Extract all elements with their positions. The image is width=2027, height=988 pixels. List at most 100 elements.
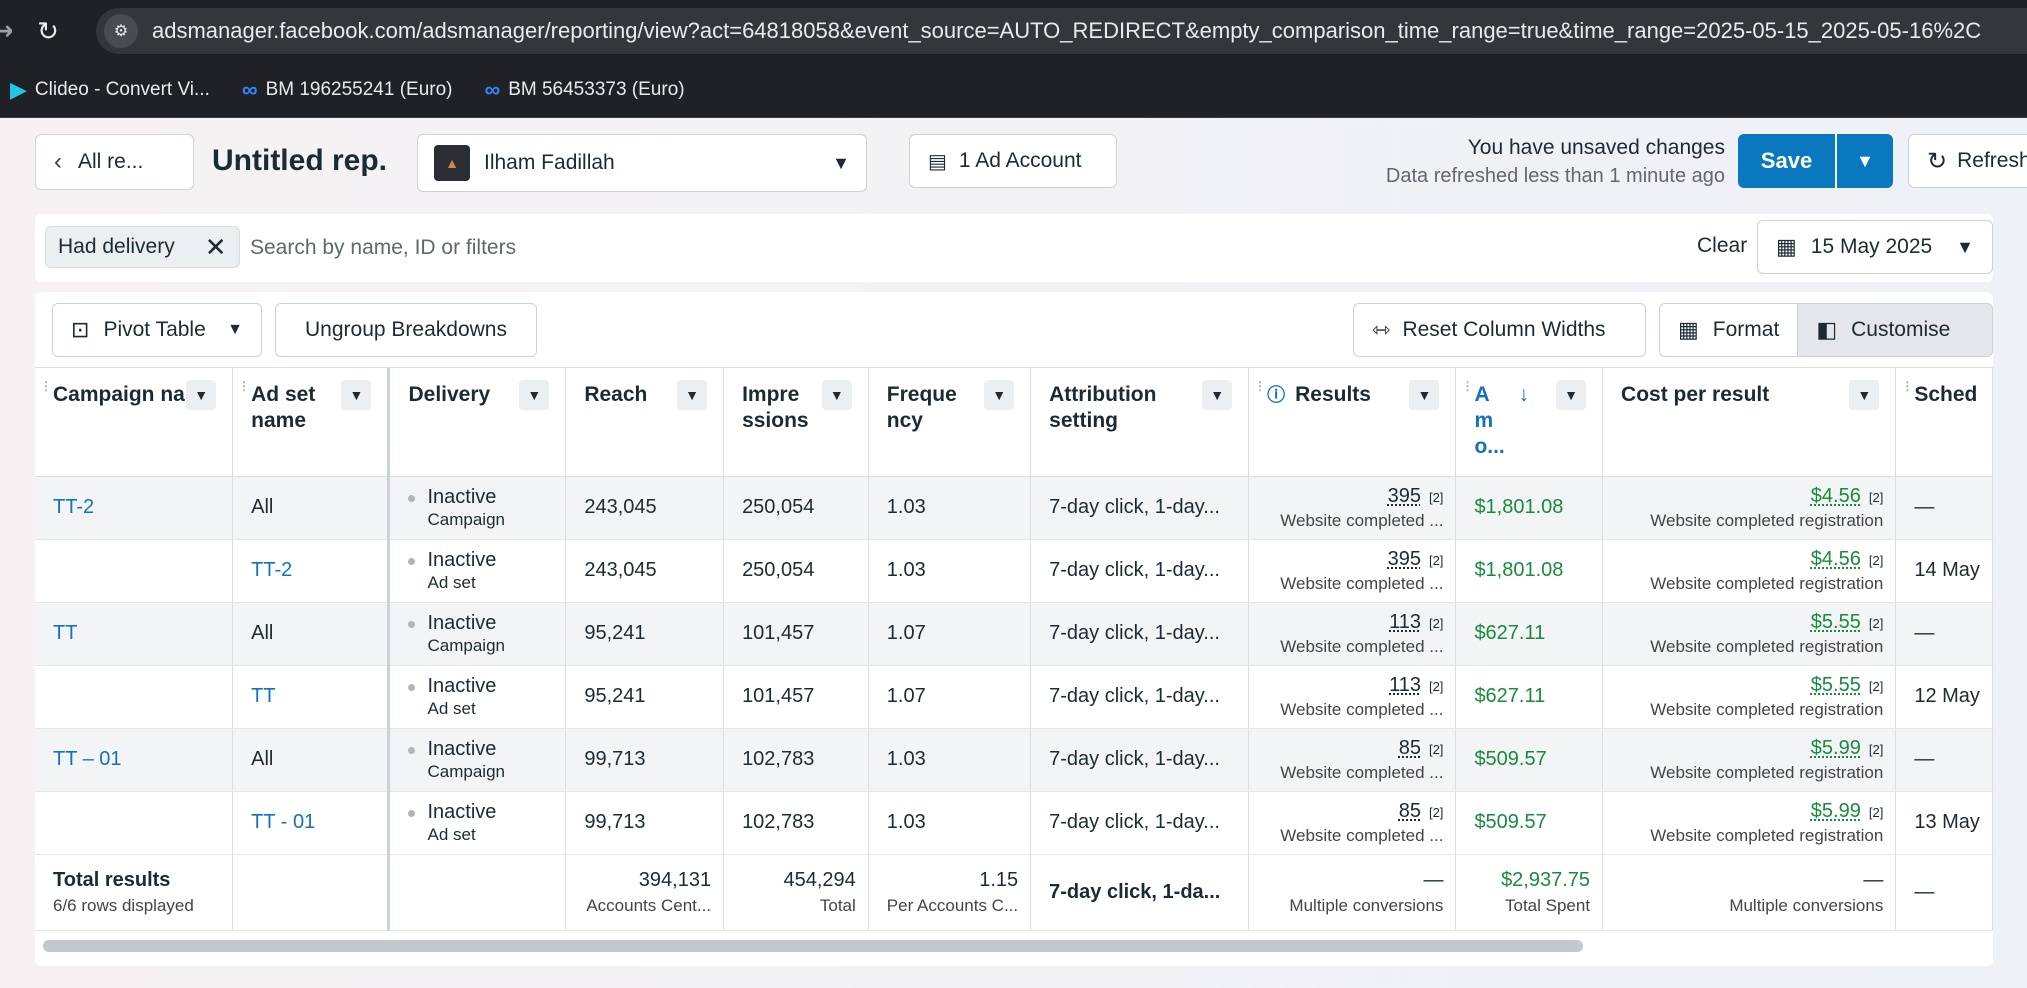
sort-descending-icon[interactable]: ↓ [1518, 382, 1529, 408]
chevron-down-icon[interactable]: ▼ [1849, 380, 1880, 410]
search-input[interactable] [250, 232, 1350, 264]
adset-name-cell[interactable]: All [232, 728, 391, 792]
results-value[interactable]: 395 [1388, 485, 1421, 507]
drag-handle-icon[interactable]: ⋮ [238, 380, 250, 392]
site-settings-icon[interactable]: ⚙ [104, 14, 138, 48]
table-row[interactable]: TT All Inactive Campaign 95,241 101,457 1.07 7-… [35, 602, 1993, 666]
save-options-button[interactable]: ▼ [1837, 134, 1893, 188]
drag-handle-icon[interactable]: ⋮ [1254, 380, 1266, 392]
results-value[interactable]: 113 [1389, 674, 1421, 696]
campaign-name-cell[interactable]: TT [35, 602, 234, 666]
adset-name-cell[interactable]: TT [232, 665, 391, 729]
clear-filters-button[interactable]: Clear [1697, 234, 1747, 258]
column-header-frequency[interactable]: Freque ncy ▼ [868, 368, 1032, 477]
adset-name-cell[interactable]: All [232, 476, 391, 540]
address-bar[interactable]: ⚙ adsmanager.facebook.com/adsmanager/rep… [96, 8, 2027, 54]
cost-value[interactable]: $5.99 [1811, 800, 1861, 822]
chevron-down-icon[interactable]: ▼ [1202, 380, 1233, 410]
results-cell[interactable]: 395 [2] Website completed ... [1248, 476, 1457, 540]
table-row[interactable]: TT - 01 Inactive Ad set 99,713 102,783 1.03 7-… [35, 791, 1993, 855]
cost-value[interactable]: $5.55 [1811, 674, 1861, 696]
campaign-name-cell[interactable]: TT-2 [35, 476, 234, 540]
refresh-button[interactable]: ↻ Refresh [1908, 134, 2027, 188]
column-header-cost-per-result[interactable]: Cost per result ▼ [1602, 368, 1897, 477]
results-cell[interactable]: 85 [2] Website completed ... [1248, 791, 1457, 855]
column-header-schedule[interactable]: ⋮ Sched [1895, 368, 1993, 477]
results-value[interactable]: 395 [1388, 548, 1421, 570]
adset-name-cell[interactable]: All [232, 602, 391, 666]
all-reports-button[interactable]: ‹ All re... [35, 134, 194, 190]
chevron-down-icon[interactable]: ▼ [821, 380, 852, 410]
chevron-down-icon[interactable]: ▼ [1409, 380, 1440, 410]
account-selector[interactable]: ▲ Ilham Fadillah ▼ [417, 134, 867, 192]
chevron-down-icon[interactable]: ▼ [186, 380, 217, 410]
results-cell[interactable]: 113 [2] Website completed ... [1248, 665, 1457, 729]
reach-cell: 95,241 [565, 665, 725, 729]
results-value[interactable]: 85 [1399, 737, 1421, 759]
chevron-down-icon[interactable]: ▼ [677, 380, 708, 410]
cost-value[interactable]: $5.99 [1811, 737, 1861, 759]
chevron-down-icon[interactable]: ▼ [341, 380, 372, 410]
date-range-button[interactable]: ▦ 15 May 2025 ▼ [1757, 220, 1993, 274]
results-value[interactable]: 85 [1399, 800, 1421, 822]
cost-per-result-cell[interactable]: $5.99 [2] Website completed registration [1602, 791, 1897, 855]
column-header-amount-spent[interactable]: ⋮ A m o... ↓ ▼ [1455, 368, 1604, 477]
results-cell[interactable]: 395 [2] Website completed ... [1248, 539, 1457, 603]
cost-per-result-cell[interactable]: $5.55 [2] Website completed registration [1602, 602, 1897, 666]
page-title[interactable]: Untitled rep. [212, 144, 387, 178]
ungroup-breakdowns-button[interactable]: Ungroup Breakdowns [275, 303, 537, 357]
filter-chip[interactable]: Had delivery ✕ [45, 226, 240, 268]
save-button[interactable]: Save [1738, 134, 1835, 188]
results-cell[interactable]: 85 [2] Website completed ... [1248, 728, 1457, 792]
cost-value[interactable]: $4.56 [1811, 548, 1861, 570]
close-icon[interactable]: ✕ [205, 232, 227, 263]
drag-handle-icon[interactable]: ⋮ [1901, 380, 1913, 392]
table-row[interactable]: TT Inactive Ad set 95,241 101,457 1.07 7-day c… [35, 665, 1993, 729]
format-button[interactable]: ▦ Format [1660, 304, 1797, 356]
campaign-name-cell[interactable]: TT – 01 [35, 728, 234, 792]
campaign-name-cell[interactable] [35, 665, 234, 729]
adset-name-cell[interactable]: TT-2 [232, 539, 391, 603]
column-header-reach[interactable]: Reach ▼ [565, 368, 725, 477]
info-icon[interactable]: ⓘ [1267, 385, 1285, 405]
horizontal-scrollbar[interactable] [43, 940, 1583, 952]
campaign-name-cell[interactable] [35, 539, 234, 603]
adset-name-cell[interactable]: TT - 01 [232, 791, 391, 855]
ad-account-button[interactable]: ▤ 1 Ad Account [909, 134, 1117, 188]
results-cell[interactable]: 113 [2] Website completed ... [1248, 602, 1457, 666]
column-header-impressions[interactable]: Impre ssions ▼ [723, 368, 869, 477]
forward-arrow-icon[interactable]: ➜ [0, 18, 12, 44]
table-row[interactable]: TT-2 All Inactive Campaign 243,045 250,054 1.0… [35, 476, 1993, 540]
cost-per-result-cell[interactable]: $5.99 [2] Website completed registration [1602, 728, 1897, 792]
campaign-name-cell[interactable] [35, 791, 234, 855]
impressions-cell: 102,783 [723, 791, 869, 855]
results-value[interactable]: 113 [1389, 611, 1421, 633]
report-table: ⋮ Campaign name ▼ ⋮ Ad set name ▼ Delivery ▼ … [35, 368, 1993, 931]
table-row[interactable]: TT – 01 All Inactive Campaign 99,713 102,783 1… [35, 728, 1993, 792]
cost-per-result-cell[interactable]: $5.55 [2] Website completed registration [1602, 665, 1897, 729]
drag-handle-icon[interactable]: ⋮ [40, 380, 52, 392]
bookmark-bm1[interactable]: ∞ BM 196255241 (Euro) [242, 77, 453, 103]
view-options: ▦ Format ◧ Customise [1659, 303, 1993, 357]
cost-per-result-cell[interactable]: $4.56 [2] Website completed registration [1602, 476, 1897, 540]
chevron-down-icon[interactable]: ▼ [984, 380, 1015, 410]
column-header-attribution[interactable]: Attribution setting ▼ [1030, 368, 1250, 477]
cost-per-result-cell[interactable]: $4.56 [2] Website completed registration [1602, 539, 1897, 603]
cost-value[interactable]: $4.56 [1811, 485, 1861, 507]
column-header-results[interactable]: ⋮ ⓘ Results ▼ [1248, 368, 1457, 477]
drag-handle-icon[interactable]: ⋮ [1461, 380, 1473, 392]
chevron-down-icon[interactable]: ▼ [1556, 380, 1587, 410]
reset-column-widths-button[interactable]: ⇿ Reset Column Widths [1353, 303, 1646, 357]
chevron-down-icon[interactable]: ▼ [519, 380, 550, 410]
pivot-table-button[interactable]: ⊡ Pivot Table ▼ [52, 303, 262, 357]
url-text[interactable]: adsmanager.facebook.com/adsmanager/repor… [152, 18, 1981, 44]
column-header-campaign[interactable]: ⋮ Campaign name ▼ [35, 368, 234, 477]
reload-icon[interactable]: ↻ [34, 16, 62, 47]
customise-button[interactable]: ◧ Customise [1797, 304, 1992, 356]
bookmark-bm2[interactable]: ∞ BM 56453373 (Euro) [485, 77, 685, 103]
bookmark-clideo[interactable]: ▶ Clideo - Convert Vi... [10, 77, 210, 103]
column-header-adset[interactable]: ⋮ Ad set name ▼ [232, 368, 391, 477]
cost-value[interactable]: $5.55 [1811, 611, 1861, 633]
column-header-delivery[interactable]: Delivery ▼ [388, 368, 567, 477]
table-row[interactable]: TT-2 Inactive Ad set 243,045 250,054 1.03 7-da… [35, 539, 1993, 603]
